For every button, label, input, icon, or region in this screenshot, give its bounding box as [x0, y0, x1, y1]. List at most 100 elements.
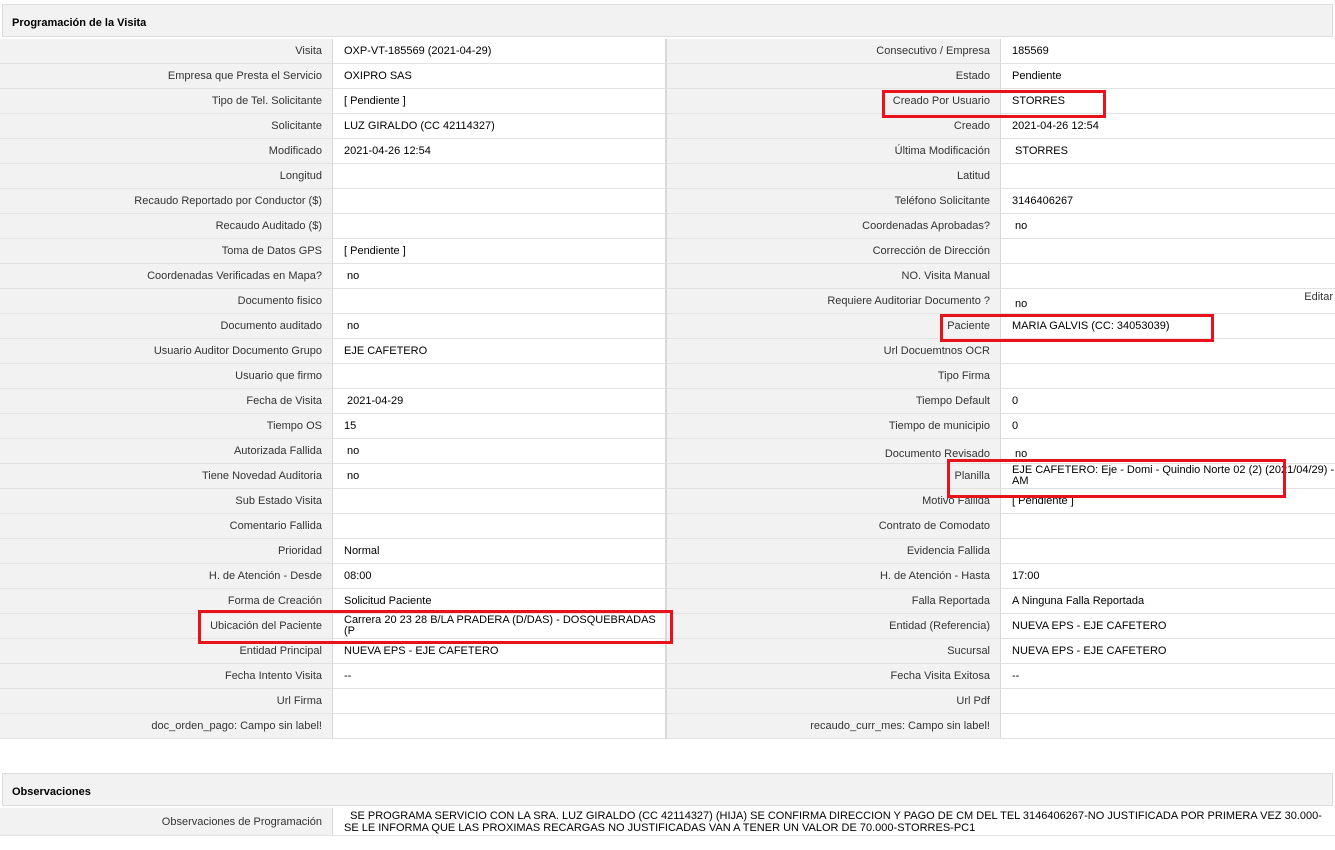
field-label: Usuario que firmo: [0, 364, 332, 389]
table-row: Solicitante LUZ GIRALDO (CC 42114327) Crea…: [0, 114, 1335, 139]
section-title: Programación de la Visita: [12, 17, 147, 29]
field-label: Usuario Auditor Documento Grupo: [0, 339, 332, 364]
table-row: Recaudo Reportado por Conductor ($) Teléf…: [0, 189, 1335, 214]
table-row: Modificado 2021-04-26 12:54 Última Modific…: [0, 139, 1335, 164]
field-label: Visita: [0, 39, 332, 64]
field-value: 15: [332, 414, 666, 439]
field-value-text: no: [1015, 220, 1028, 232]
field-value: [ Pendiente ]: [1000, 489, 1335, 514]
field-label: Fecha Intento Visita: [0, 664, 332, 689]
field-value: 2021-04-29: [332, 389, 666, 414]
field-label: Modificado: [0, 139, 332, 164]
field-value: STORRES: [1000, 89, 1335, 114]
table-row: Entidad Principal NUEVA EPS - EJE CAFETER…: [0, 639, 1335, 664]
field-value: [ Pendiente ]: [332, 89, 666, 114]
field-label: Entidad Principal: [0, 639, 332, 664]
field-label: Tiempo de municipio: [666, 414, 1000, 439]
table-row: Visita OXP-VT-185569 (2021-04-29) Consecut…: [0, 39, 1335, 64]
field-value-text: STORRES: [1015, 145, 1068, 157]
field-value: no: [332, 439, 666, 464]
field-value: no: [1000, 439, 1335, 464]
field-value: EJE CAFETERO: [332, 339, 666, 364]
field-value: NUEVA EPS - EJE CAFETERO: [332, 639, 666, 664]
field-value-text: 3146406267: [1012, 195, 1074, 207]
field-label: Autorizada Fallida: [0, 439, 332, 464]
field-value: NUEVA EPS - EJE CAFETERO: [1000, 614, 1335, 639]
field-value: [332, 489, 666, 514]
field-label: Teléfono Solicitante: [666, 189, 1000, 214]
field-label: Recaudo Reportado por Conductor ($): [0, 189, 332, 214]
table-row: Tiene Novedad Auditoria no Planilla EJE CAF…: [0, 464, 1335, 489]
field-value-text: NUEVA EPS - EJE CAFETERO: [1012, 645, 1167, 657]
table-row: Longitud Latitud: [0, 164, 1335, 189]
field-value: A Ninguna Falla Reportada: [1000, 589, 1335, 614]
field-value: OXP-VT-185569 (2021-04-29): [332, 39, 666, 64]
field-label: Requiere Auditoriar Documento ?: [666, 289, 1000, 314]
field-value: 2021-04-26 12:54: [332, 139, 666, 164]
section-header-programacion: Programación de la Visita: [2, 4, 1333, 37]
field-value-text: no: [1015, 448, 1028, 460]
field-value-text: 17:00: [1012, 570, 1040, 582]
field-value: Pendiente: [1000, 64, 1335, 89]
table-row: Comentario Fallida Contrato de Comodato: [0, 514, 1335, 539]
field-label: Fecha Visita Exitosa: [666, 664, 1000, 689]
field-label: Toma de Datos GPS: [0, 239, 332, 264]
observaciones-title: Observaciones: [12, 786, 91, 798]
section-header-observaciones: Observaciones: [2, 773, 1333, 806]
field-label: Longitud: [0, 164, 332, 189]
field-label: Tipo Firma: [666, 364, 1000, 389]
field-label: Estado: [666, 64, 1000, 89]
field-label: Coordenadas Verificadas en Mapa?: [0, 264, 332, 289]
field-value: 17:00: [1000, 564, 1335, 589]
table-row: Empresa que Presta el Servicio OXIPRO SAS…: [0, 64, 1335, 89]
field-label: Recaudo Auditado ($): [0, 214, 332, 239]
table-row: Fecha de Visita 2021-04-29 Tiempo Default 0: [0, 389, 1335, 414]
table-row: Documento auditado no Paciente MARIA GALVIS…: [0, 314, 1335, 339]
field-value-text: 2021-04-26 12:54: [1012, 120, 1099, 132]
field-value-text: --: [1012, 670, 1020, 682]
field-value-text: Pendiente: [1012, 70, 1062, 82]
table-row: Usuario Auditor Documento Grupo EJE CAFET…: [0, 339, 1335, 364]
field-value: 0: [1000, 389, 1335, 414]
field-label: Última Modificación: [666, 139, 1000, 164]
field-value: 2021-04-26 12:54: [1000, 114, 1335, 139]
field-value: no: [332, 464, 666, 489]
field-label: Fecha de Visita: [0, 389, 332, 414]
field-value: 0: [1000, 414, 1335, 439]
field-value: [1000, 714, 1335, 739]
field-label: Sucursal: [666, 639, 1000, 664]
field-label: Url Docuemtnos OCR: [666, 339, 1000, 364]
field-value: [1000, 514, 1335, 539]
field-value: --: [332, 664, 666, 689]
observaciones-label: Observaciones de Programación: [0, 808, 332, 836]
field-label: H. de Atención - Desde: [0, 564, 332, 589]
field-value: [1000, 264, 1335, 289]
field-value: MARIA GALVIS (CC: 34053039): [1000, 314, 1335, 339]
field-label: Evidencia Fallida: [666, 539, 1000, 564]
field-label: Ubicación del Paciente: [0, 614, 332, 639]
field-label: Documento Revisado: [666, 439, 1000, 464]
field-value: [1000, 689, 1335, 714]
observaciones-text: SE PROGRAMA SERVICIO CON LA SRA. LUZ GIR…: [344, 810, 1322, 834]
field-value-text: EJE CAFETERO: Eje - Domi - Quindio Norte…: [1012, 464, 1335, 487]
field-value-text: 0: [1012, 420, 1019, 432]
field-label: Tiene Novedad Auditoria: [0, 464, 332, 489]
table-row: H. de Atención - Desde 08:00 H. de Atenció…: [0, 564, 1335, 589]
field-label: Documento fisico: [0, 289, 332, 314]
visit-details-grid: Visita OXP-VT-185569 (2021-04-29) Consecut…: [0, 39, 1335, 739]
field-label: Solicitante: [0, 114, 332, 139]
field-value-text: NUEVA EPS - EJE CAFETERO: [1012, 620, 1167, 632]
field-value-text: 0: [1012, 395, 1019, 407]
field-label: H. de Atención - Hasta: [666, 564, 1000, 589]
field-label: Url Pdf: [666, 689, 1000, 714]
field-value: 185569: [1000, 39, 1335, 64]
field-value: [332, 689, 666, 714]
field-label: Latitud: [666, 164, 1000, 189]
field-label: Forma de Creación: [0, 589, 332, 614]
observaciones-value: SE PROGRAMA SERVICIO CON LA SRA. LUZ GIR…: [332, 808, 1335, 836]
field-label: Entidad (Referencia): [666, 614, 1000, 639]
edit-link[interactable]: Editar: [1304, 291, 1333, 303]
table-row: Documento fisico Requiere Auditoriar Docu…: [0, 289, 1335, 314]
field-value: Carrera 20 23 28 B/LA PRADERA (D/DAS) - …: [332, 614, 666, 639]
field-label: Comentario Fallida: [0, 514, 332, 539]
